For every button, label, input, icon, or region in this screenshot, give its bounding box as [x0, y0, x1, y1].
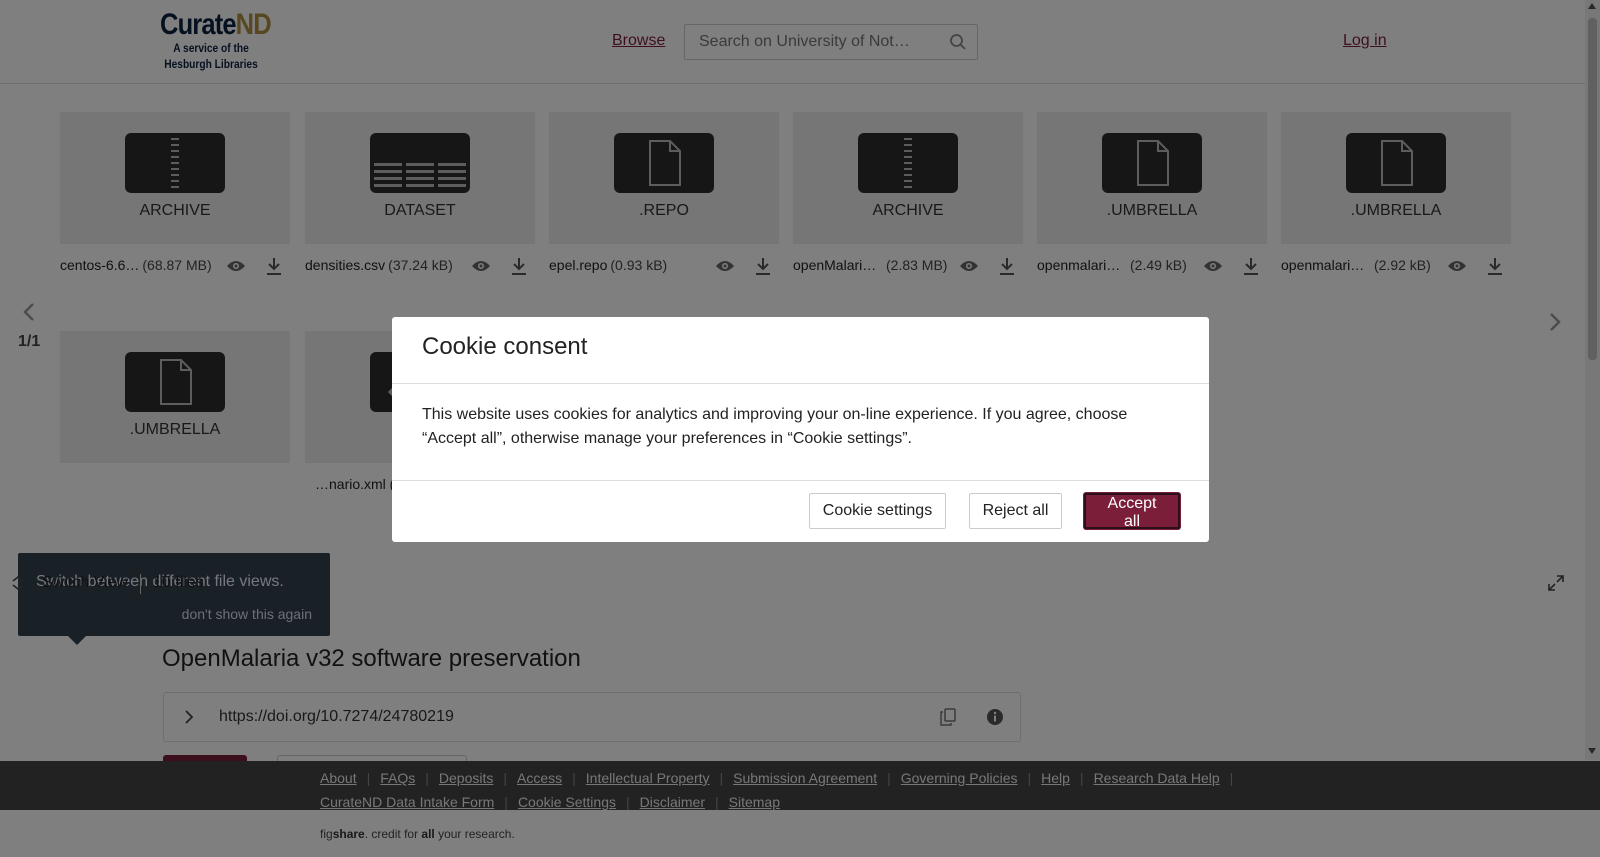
- divider: [392, 383, 1209, 384]
- cookie-consent-dialog: Cookie consent This website uses cookies…: [392, 317, 1209, 542]
- dialog-title: Cookie consent: [422, 333, 588, 360]
- accept-all-button[interactable]: Accept all: [1084, 493, 1180, 530]
- cookie-settings-button[interactable]: Cookie settings: [809, 493, 946, 529]
- divider: [392, 480, 1209, 481]
- dialog-body: This website uses cookies for analytics …: [422, 406, 1128, 447]
- reject-all-button[interactable]: Reject all: [969, 493, 1062, 529]
